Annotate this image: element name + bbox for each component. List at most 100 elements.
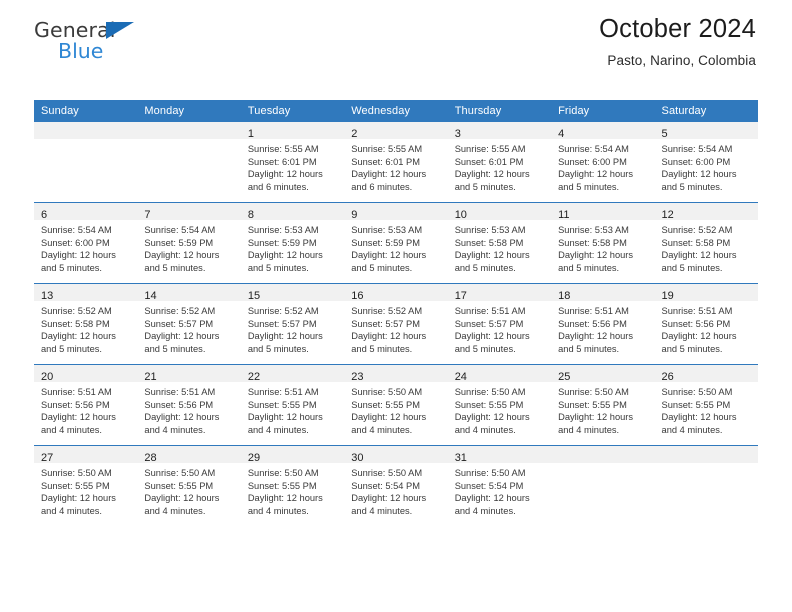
calendar-day-cell[interactable]: 12 Sunrise: 5:52 AM Sunset: 5:58 PM Dayligh… [654, 202, 758, 284]
calendar-day-cell[interactable]: 5 Sunrise: 5:54 AM Sunset: 6:00 PM Daylight… [654, 122, 758, 203]
calendar-day-cell[interactable]: 2 Sunrise: 5:55 AM Sunset: 6:01 PM Daylight… [344, 122, 448, 203]
daylight-text-line2: and 5 minutes. [41, 262, 102, 273]
sunrise-text: Sunrise: 5:52 AM [661, 225, 733, 235]
daylight-text-line2: and 6 minutes. [351, 181, 413, 192]
logo-triangle-icon [106, 22, 134, 39]
calendar-day-cell[interactable]: 3 Sunrise: 5:55 AM Sunset: 6:01 PM Daylight… [447, 122, 552, 203]
calendar-day-cell[interactable]: 14 Sunrise: 5:52 AM Sunset: 5:57 PM Dayligh… [137, 283, 241, 365]
daylight-text-line2: and 5 minutes. [558, 343, 620, 354]
weekday-header-tuesday: Tuesday [240, 100, 345, 122]
calendar-day-cell[interactable]: 29 Sunrise: 5:50 AM Sunset: 5:55 PM Dayligh… [240, 445, 345, 526]
daylight-text-line1: Daylight: 12 hours [351, 331, 427, 342]
day-number-band [654, 446, 758, 463]
daylight-text-line1: Daylight: 12 hours [41, 331, 116, 342]
day-info: Sunrise: 5:52 AM Sunset: 5:57 PM Daylight:… [137, 301, 240, 355]
daylight-text-line2: and 6 minutes. [247, 181, 309, 192]
sunrise-text: Sunrise: 5:52 AM [351, 306, 423, 316]
daylight-text-line2: and 5 minutes. [454, 262, 516, 273]
daylight-text-line2: and 4 minutes. [144, 424, 206, 435]
calendar-day-cell[interactable]: 6 Sunrise: 5:54 AM Sunset: 6:00 PM Daylight… [34, 202, 138, 284]
daylight-text-line2: and 4 minutes. [247, 505, 309, 516]
day-number-band: 24 [447, 365, 552, 383]
day-number-band [137, 122, 241, 139]
page-title: October 2024 [599, 15, 756, 43]
day-number: 24 [454, 371, 467, 383]
day-number-band: 4 [551, 122, 655, 140]
daylight-text-line1: Daylight: 12 hours [247, 331, 323, 342]
daylight-text-line2: and 5 minutes. [351, 343, 413, 354]
day-number: 6 [41, 209, 48, 221]
sunrise-text: Sunrise: 5:50 AM [41, 468, 112, 478]
day-number: 7 [144, 209, 151, 221]
calendar-day-cell[interactable]: 4 Sunrise: 5:54 AM Sunset: 6:00 PM Daylight… [551, 122, 655, 203]
calendar-day-cell[interactable]: 7 Sunrise: 5:54 AM Sunset: 5:59 PM Daylight… [137, 202, 241, 284]
calendar-day-cell[interactable]: 27 Sunrise: 5:50 AM Sunset: 5:55 PM Dayligh… [34, 445, 138, 526]
day-info: Sunrise: 5:54 AM Sunset: 5:59 PM Daylight:… [137, 220, 240, 274]
calendar-day-cell[interactable]: 26 Sunrise: 5:50 AM Sunset: 5:55 PM Dayligh… [654, 364, 758, 446]
sunset-text: Sunset: 5:59 PM [247, 237, 317, 248]
calendar-day-cell[interactable]: 17 Sunrise: 5:51 AM Sunset: 5:57 PM Dayligh… [447, 283, 552, 365]
calendar-day-cell[interactable]: 28 Sunrise: 5:50 AM Sunset: 5:55 PM Dayligh… [137, 445, 241, 526]
calendar-day-cell[interactable]: 19 Sunrise: 5:51 AM Sunset: 5:56 PM Dayligh… [654, 283, 758, 365]
calendar-day-cell[interactable]: 18 Sunrise: 5:51 AM Sunset: 5:56 PM Dayligh… [551, 283, 655, 365]
calendar-day-cell[interactable]: 13 Sunrise: 5:52 AM Sunset: 5:58 PM Dayligh… [34, 283, 138, 365]
calendar-day-cell[interactable]: 15 Sunrise: 5:52 AM Sunset: 5:57 PM Dayligh… [240, 283, 345, 365]
calendar-day-cell[interactable]: 23 Sunrise: 5:50 AM Sunset: 5:55 PM Dayligh… [344, 364, 448, 446]
day-info: Sunrise: 5:50 AM Sunset: 5:55 PM Daylight:… [241, 463, 344, 517]
day-number-band: 3 [447, 122, 552, 140]
day-number-band: 26 [654, 365, 758, 383]
weekday-header-saturday: Saturday [654, 100, 758, 122]
calendar-day-cell[interactable]: 16 Sunrise: 5:52 AM Sunset: 5:57 PM Dayligh… [344, 283, 448, 365]
calendar-week-row: 13 Sunrise: 5:52 AM Sunset: 5:58 PM Dayligh… [34, 283, 758, 365]
daylight-text-line2: and 5 minutes. [247, 343, 309, 354]
calendar-day-cell[interactable]: 21 Sunrise: 5:51 AM Sunset: 5:56 PM Dayligh… [137, 364, 241, 446]
daylight-text-line2: and 5 minutes. [41, 343, 102, 354]
general-blue-logo[interactable]: General Blue [34, 16, 144, 68]
day-number: 5 [661, 128, 668, 140]
sunrise-text: Sunrise: 5:52 AM [144, 306, 216, 316]
calendar-day-cell[interactable]: 20 Sunrise: 5:51 AM Sunset: 5:56 PM Dayligh… [34, 364, 138, 446]
day-number: 4 [558, 128, 565, 140]
calendar-week-row: 1 Sunrise: 5:55 AM Sunset: 6:01 PM Daylight… [34, 122, 758, 203]
day-info: Sunrise: 5:52 AM Sunset: 5:58 PM Daylight:… [34, 301, 137, 355]
logo-text-blue: Blue [58, 39, 104, 63]
calendar-table: Sunday Monday Tuesday Wednesday Thursday… [34, 100, 758, 526]
day-number-band: 22 [240, 365, 345, 383]
sunrise-text: Sunrise: 5:54 AM [144, 225, 216, 235]
daylight-text-line2: and 4 minutes. [144, 505, 206, 516]
sunset-text: Sunset: 5:56 PM [144, 399, 214, 410]
day-number-band: 19 [654, 284, 758, 302]
calendar-day-cell[interactable]: 1 Sunrise: 5:55 AM Sunset: 6:01 PM Daylight… [240, 122, 345, 203]
calendar-day-cell[interactable]: 9 Sunrise: 5:53 AM Sunset: 5:59 PM Daylight… [344, 202, 448, 284]
calendar-day-cell[interactable]: 24 Sunrise: 5:50 AM Sunset: 5:55 PM Dayligh… [447, 364, 552, 446]
sunrise-text: Sunrise: 5:50 AM [247, 468, 319, 478]
calendar-day-cell[interactable]: 8 Sunrise: 5:53 AM Sunset: 5:59 PM Daylight… [240, 202, 345, 284]
day-number-band: 23 [344, 365, 448, 383]
calendar-day-cell[interactable]: 25 Sunrise: 5:50 AM Sunset: 5:55 PM Dayligh… [551, 364, 655, 446]
sunset-text: Sunset: 5:54 PM [351, 480, 420, 491]
daylight-text-line1: Daylight: 12 hours [661, 250, 737, 261]
sunset-text: Sunset: 5:56 PM [558, 318, 627, 329]
daylight-text-line2: and 5 minutes. [454, 181, 516, 192]
day-number-band: 17 [447, 284, 552, 302]
weekday-header-row: Sunday Monday Tuesday Wednesday Thursday… [34, 100, 758, 122]
day-info: Sunrise: 5:50 AM Sunset: 5:55 PM Daylight:… [551, 382, 654, 436]
calendar-day-cell[interactable]: 31 Sunrise: 5:50 AM Sunset: 5:54 PM Dayligh… [447, 445, 552, 526]
calendar-day-cell[interactable]: 10 Sunrise: 5:53 AM Sunset: 5:58 PM Dayligh… [447, 202, 552, 284]
calendar-day-cell[interactable]: 22 Sunrise: 5:51 AM Sunset: 5:55 PM Dayligh… [240, 364, 345, 446]
calendar-day-cell[interactable]: 30 Sunrise: 5:50 AM Sunset: 5:54 PM Dayligh… [344, 445, 448, 526]
calendar-grid: Sunday Monday Tuesday Wednesday Thursday… [34, 100, 758, 526]
day-number-band: 16 [344, 284, 448, 302]
calendar-day-cell-empty [654, 445, 758, 526]
weekday-header-friday: Friday [551, 100, 655, 122]
calendar-day-cell[interactable]: 11 Sunrise: 5:53 AM Sunset: 5:58 PM Dayligh… [551, 202, 655, 284]
sunrise-text: Sunrise: 5:54 AM [558, 144, 629, 154]
day-number-band [551, 446, 655, 463]
day-number: 8 [247, 209, 254, 221]
sunset-text: Sunset: 6:01 PM [247, 156, 317, 167]
daylight-text-line1: Daylight: 12 hours [558, 169, 634, 180]
day-info [137, 139, 240, 143]
day-number: 11 [558, 209, 570, 221]
sunrise-text: Sunrise: 5:51 AM [144, 387, 216, 397]
daylight-text-line1: Daylight: 12 hours [247, 250, 323, 261]
